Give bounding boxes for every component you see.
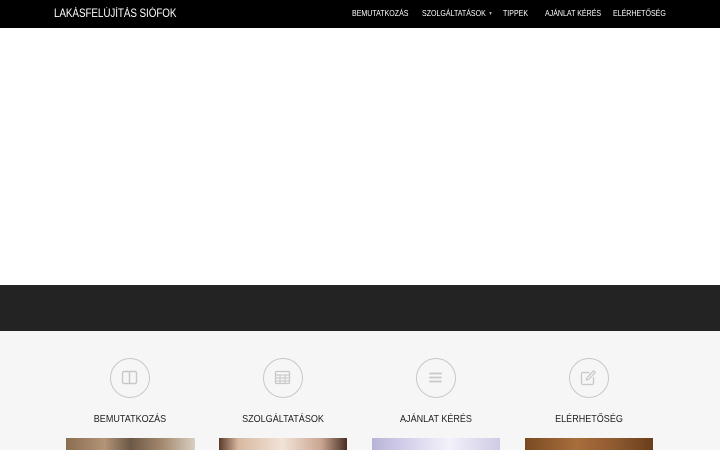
dark-band [0,285,720,331]
feature-elerhetoseg: ELÉRHETŐSÉG [514,331,664,450]
features-section: BEMUTATKOZÁS SZOLGÁLTATÁSOK AJÁNLAT KÉRÉ… [0,331,720,450]
list-icon [429,372,442,383]
top-navbar: LAKÁSFELÚJÍTÁS SIÓFOK BEMUTATKOZÁS SZOLG… [0,0,720,28]
feature-image[interactable] [372,438,500,450]
feature-icon-circle[interactable] [263,358,303,398]
nav-item-label: TIPPEK [503,9,529,18]
site-brand[interactable]: LAKÁSFELÚJÍTÁS SIÓFOK [54,0,177,28]
nav-item-elerhetoseg[interactable]: ELÉRHETŐSÉG [613,0,666,28]
columns-icon [121,370,138,385]
nav-item-bemutatkozas[interactable]: BEMUTATKOZÁS [352,0,408,28]
nav-item-label: ELÉRHETŐSÉG [613,9,666,18]
feature-title: ELÉRHETŐSÉG [555,413,623,425]
feature-icon-circle[interactable] [569,358,609,398]
feature-icon-circle[interactable] [416,358,456,398]
nav-item-label: SZOLGÁLTATÁSOK [422,9,486,18]
feature-title: BEMUTATKOZÁS [93,413,167,425]
nav-item-label: BEMUTATKOZÁS [352,9,409,18]
nav-item-ajanlat-keres[interactable]: AJÁNLAT KÉRÉS [545,0,601,28]
feature-title: AJÁNLAT KÉRÉS [400,413,472,425]
feature-ajanlat-keres: AJÁNLAT KÉRÉS [361,331,511,450]
table-icon [274,370,291,385]
feature-szolgaltatasok: SZOLGÁLTATÁSOK [208,331,358,450]
hero-section [0,28,720,285]
feature-bemutatkozas: BEMUTATKOZÁS [55,331,205,450]
feature-image[interactable] [219,438,347,450]
nav-item-label: AJÁNLAT KÉRÉS [545,9,602,18]
chevron-down-icon: ▼ [488,11,493,17]
feature-title: SZOLGÁLTATÁSOK [242,413,324,425]
edit-icon [580,370,596,386]
feature-image[interactable] [66,438,195,450]
nav-item-tippek[interactable]: TIPPEK [503,0,528,28]
nav-item-szolgaltatasok[interactable]: SZOLGÁLTATÁSOK ▼ [422,0,493,28]
feature-icon-circle[interactable] [110,358,150,398]
feature-image[interactable] [525,438,653,450]
